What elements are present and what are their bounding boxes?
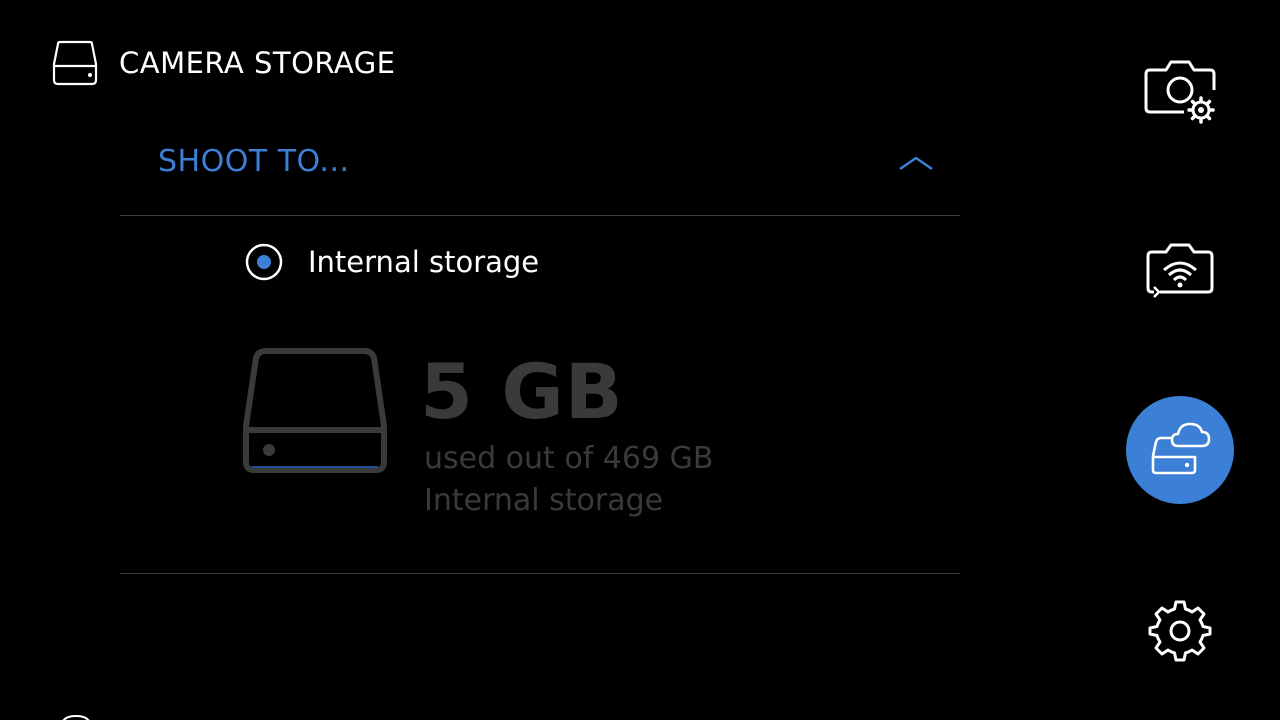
drive-icon [243,348,387,473]
nav-camera-wifi-button[interactable] [1140,236,1220,302]
storage-location-text: Internal storage [424,483,664,518]
storage-capacity-text: used out of 469 GB [424,441,714,476]
storage-used-value: 5 GB [420,347,624,436]
page-title: CAMERA STORAGE [119,46,396,80]
radio-label: Internal storage [308,245,540,279]
section-divider-top [120,215,960,216]
page-header: CAMERA STORAGE [50,40,396,86]
chevron-up-icon [899,156,933,171]
camera-storage-screen: CAMERA STORAGE SHOOT TO... Internal stor… [0,0,1280,720]
nav-settings-button[interactable] [1146,596,1214,664]
camera-wifi-icon [1146,243,1214,298]
shoot-to-section-toggle[interactable]: SHOOT TO... [120,130,960,215]
section-divider-bottom [120,573,960,574]
partial-circle-icon [62,714,90,720]
drive-icon [52,40,98,86]
nav-camera-storage-button[interactable] [1126,396,1234,504]
radio-option-internal-storage[interactable]: Internal storage [244,240,539,284]
gear-icon [1148,600,1212,662]
section-title: SHOOT TO... [158,144,350,179]
cloud-drive-icon [1151,422,1211,475]
nav-camera-settings-button[interactable] [1140,54,1220,130]
camera-gear-icon [1144,60,1216,124]
radio-selected-icon[interactable] [244,242,284,282]
